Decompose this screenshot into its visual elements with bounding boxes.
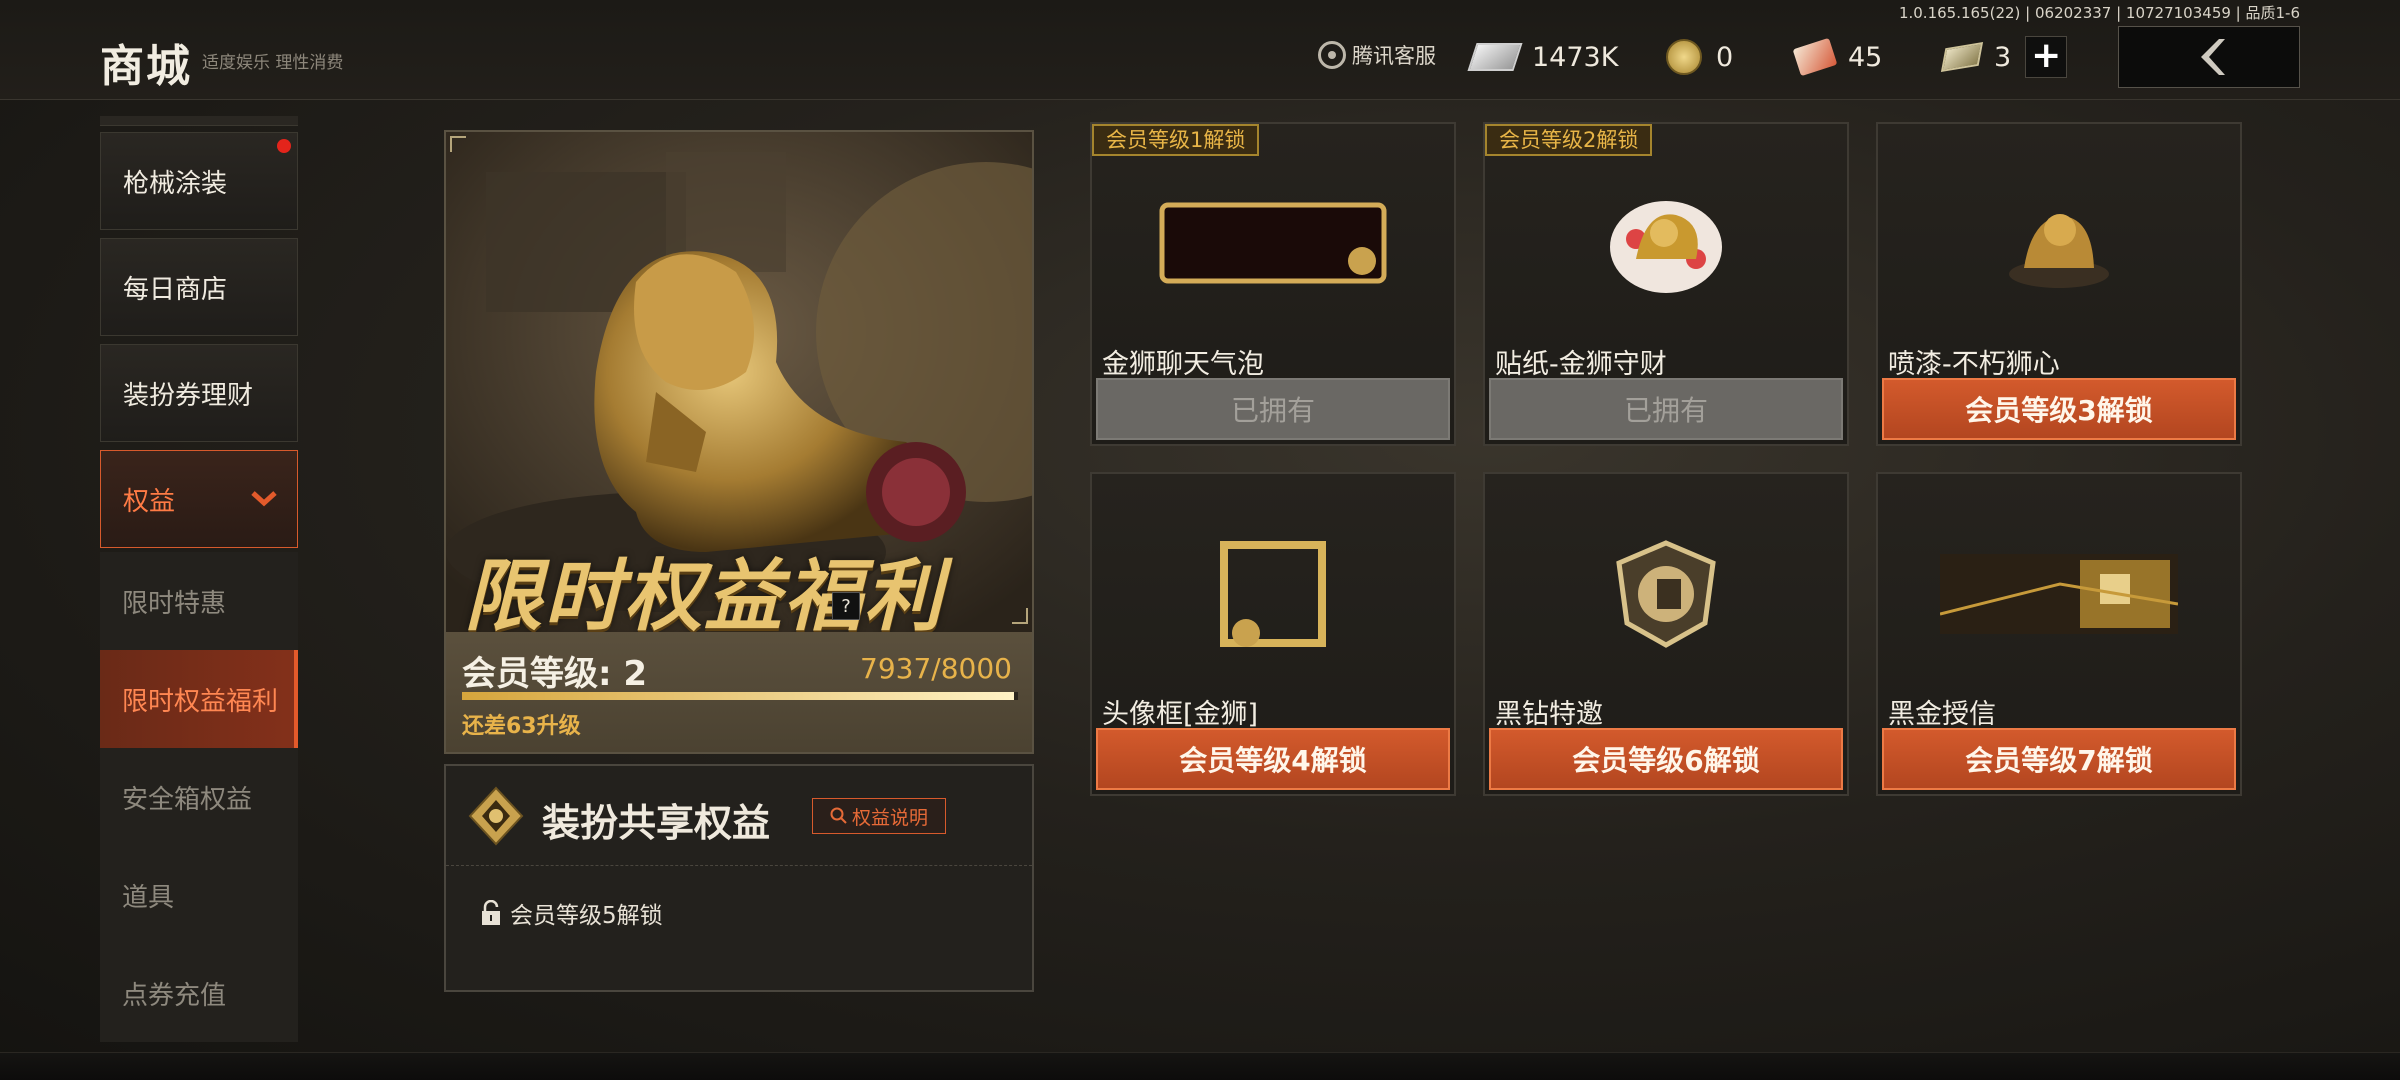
sidebar: 枪械涂装 每日商店 装扮券理财 权益 限时特惠 限时权益福利 安全箱权益 道具 …: [100, 116, 298, 1042]
sidebar-item-voucher-finance[interactable]: 装扮券理财: [100, 344, 298, 442]
chat-bubble-image: [1092, 154, 1454, 334]
cash-icon: [1467, 43, 1523, 71]
share-benefits-panel: 装扮共享权益 权益说明 会员等级5解锁: [444, 764, 1034, 992]
corner-ornament: [450, 136, 466, 152]
share-lock-text: 会员等级5解锁: [510, 903, 663, 929]
sidebar-item-benefits[interactable]: 权益: [100, 450, 298, 548]
currency-value: 45: [1848, 41, 1883, 73]
reward-name: 头像框[金狮]: [1102, 699, 1259, 730]
black-gold-card-image: [1878, 504, 2240, 684]
owned-button: 已拥有: [1096, 378, 1450, 440]
currency-coin[interactable]: 0: [1654, 36, 1745, 78]
unlock-badge: 会员等级2解锁: [1485, 124, 1653, 156]
reward-card-black-gold-credit[interactable]: 黑金授信 会员等级7解锁: [1876, 472, 2242, 796]
unlock-button[interactable]: 会员等级7解锁: [1882, 728, 2236, 790]
corner-ornament: [1012, 608, 1028, 624]
feature-title: 限时权益福利: [464, 552, 945, 642]
level-remaining-text: 还差63升级: [462, 714, 581, 739]
reward-name: 喷漆-不朽狮心: [1888, 349, 2060, 380]
sidebar-item-label: 装扮券理财: [123, 380, 254, 411]
sidebar-item-topup[interactable]: 点券充值: [100, 944, 298, 1042]
reward-name: 金狮聊天气泡: [1102, 349, 1264, 380]
reward-card-spray[interactable]: 喷漆-不朽狮心 会员等级3解锁: [1876, 122, 2242, 446]
reward-name: 黑钻特邀: [1495, 699, 1603, 730]
avatar-frame-image: [1092, 504, 1454, 684]
sidebar-item-gun-skins[interactable]: 枪械涂装: [100, 132, 298, 230]
sidebar-item-daily-shop[interactable]: 每日商店: [100, 238, 298, 336]
lock-icon: [482, 900, 500, 925]
level-progress-text: 7937/8000: [860, 652, 1012, 685]
unlock-button[interactable]: 会员等级3解锁: [1882, 378, 2236, 440]
chevron-down-icon: [251, 491, 277, 507]
reward-card-sticker[interactable]: 会员等级2解锁 贴纸-金狮守财 已拥有: [1483, 122, 1849, 446]
reward-name: 贴纸-金狮守财: [1495, 349, 1667, 380]
currency-ticket[interactable]: 45: [1784, 36, 1894, 78]
sidebar-item-label: 枪械涂装: [123, 168, 228, 199]
unlock-badge: 会员等级1解锁: [1092, 124, 1260, 156]
headset-icon: [1318, 41, 1346, 69]
back-button[interactable]: [2118, 26, 2300, 88]
sidebar-item-label: 权益: [123, 486, 176, 517]
sidebar-item-limited-benefits[interactable]: 限时权益福利: [100, 650, 298, 748]
black-diamond-emblem-image: [1485, 504, 1847, 684]
reward-card-chat-bubble[interactable]: 会员等级1解锁 金狮聊天气泡 已拥有: [1090, 122, 1456, 446]
feature-banner: 限时权益福利 ? 会员等级: 2 7937/8000 还差63升级: [444, 130, 1034, 754]
sidebar-item-label: 每日商店: [123, 274, 228, 305]
help-icon[interactable]: ?: [832, 592, 860, 620]
customer-service-label: 腾讯客服: [1352, 44, 1436, 68]
notification-dot: [277, 139, 291, 153]
share-benefits-title: 装扮共享权益: [542, 801, 771, 845]
benefits-info-button[interactable]: 权益说明: [812, 798, 946, 834]
chevron-left-icon: [2201, 39, 2225, 75]
currency-value: 1473K: [1532, 41, 1619, 73]
share-lock-row: 会员等级5解锁: [480, 896, 663, 930]
sidebar-item-label: 安全箱权益: [122, 784, 253, 815]
coin-icon: [1666, 39, 1702, 75]
ticket-icon: [1792, 37, 1838, 77]
bill-icon: [1940, 42, 1984, 72]
sidebar-item-label: 限时特惠: [122, 588, 227, 619]
share-benefits-header: 装扮共享权益 权益说明: [446, 766, 1032, 866]
currency-cash[interactable]: 1473K: [1460, 36, 1630, 78]
sidebar-item-label: 道具: [122, 882, 175, 913]
search-icon: [830, 807, 847, 824]
sticker-image: [1485, 154, 1847, 334]
currency-value: 3: [1994, 41, 2012, 73]
page-subtitle: 适度娱乐 理性消费: [202, 53, 344, 73]
reward-card-avatar-frame[interactable]: 头像框[金狮] 会员等级4解锁: [1090, 472, 1456, 796]
bottom-bar: [0, 1052, 2400, 1080]
reward-card-black-diamond[interactable]: 黑钻特邀 会员等级6解锁: [1483, 472, 1849, 796]
sidebar-item-limited-offer[interactable]: 限时特惠: [100, 552, 298, 650]
shield-emblem-icon: [468, 786, 524, 846]
sidebar-scroll-edge: [100, 116, 298, 126]
add-currency-button[interactable]: +: [2025, 36, 2068, 78]
currency-value: 0: [1716, 41, 1734, 73]
sidebar-item-label: 点券充值: [122, 980, 227, 1011]
page-title: 商城: [100, 41, 192, 92]
sidebar-item-label: 限时权益福利: [122, 686, 279, 717]
benefits-info-label: 权益说明: [851, 806, 928, 829]
level-progress-bar: [462, 692, 1018, 700]
sidebar-item-items[interactable]: 道具: [100, 846, 298, 944]
member-level-label: 会员等级: 2: [462, 654, 648, 694]
customer-service-button[interactable]: 腾讯客服: [1318, 40, 1436, 70]
unlock-button[interactable]: 会员等级6解锁: [1489, 728, 1843, 790]
spray-image: [1878, 154, 2240, 334]
level-progress-fill: [462, 692, 1014, 700]
currency-bill[interactable]: 3 +: [1932, 36, 2079, 78]
unlock-button[interactable]: 会员等级4解锁: [1096, 728, 1450, 790]
reward-name: 黑金授信: [1888, 699, 1996, 730]
sidebar-item-safebox-benefits[interactable]: 安全箱权益: [100, 748, 298, 846]
build-info: 1.0.165.165(22) | 06202337 | 10727103459…: [1898, 4, 2300, 22]
owned-button: 已拥有: [1489, 378, 1843, 440]
